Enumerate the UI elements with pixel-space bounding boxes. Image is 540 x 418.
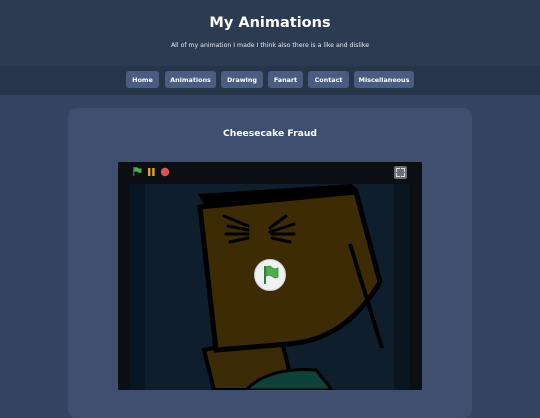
nav-fanart-button[interactable]: Fanart xyxy=(268,71,303,88)
nav-miscellaneous-button[interactable]: Miscellaneous xyxy=(354,71,414,88)
site-title: My Animations xyxy=(209,15,331,31)
project-title: Cheesecake Fraud xyxy=(223,128,317,139)
nav-contact-button[interactable]: Contact xyxy=(308,71,349,88)
green-flag-icon[interactable] xyxy=(132,166,142,177)
fullscreen-icon[interactable] xyxy=(394,166,407,179)
nav-drawing-button[interactable]: Drawing xyxy=(221,71,263,88)
green-flag-icon xyxy=(264,265,279,284)
site-header: My Animations All of my animation I made… xyxy=(0,0,540,66)
scratch-player[interactable] xyxy=(118,162,422,390)
nav-home-button[interactable]: Home xyxy=(126,71,159,88)
stop-icon[interactable] xyxy=(160,167,170,177)
nav-animations-button[interactable]: Animations xyxy=(165,71,216,88)
pause-icon[interactable] xyxy=(147,167,156,177)
start-overlay-button[interactable] xyxy=(254,259,286,291)
site-subtitle: All of my animation I made I think also … xyxy=(170,42,370,49)
